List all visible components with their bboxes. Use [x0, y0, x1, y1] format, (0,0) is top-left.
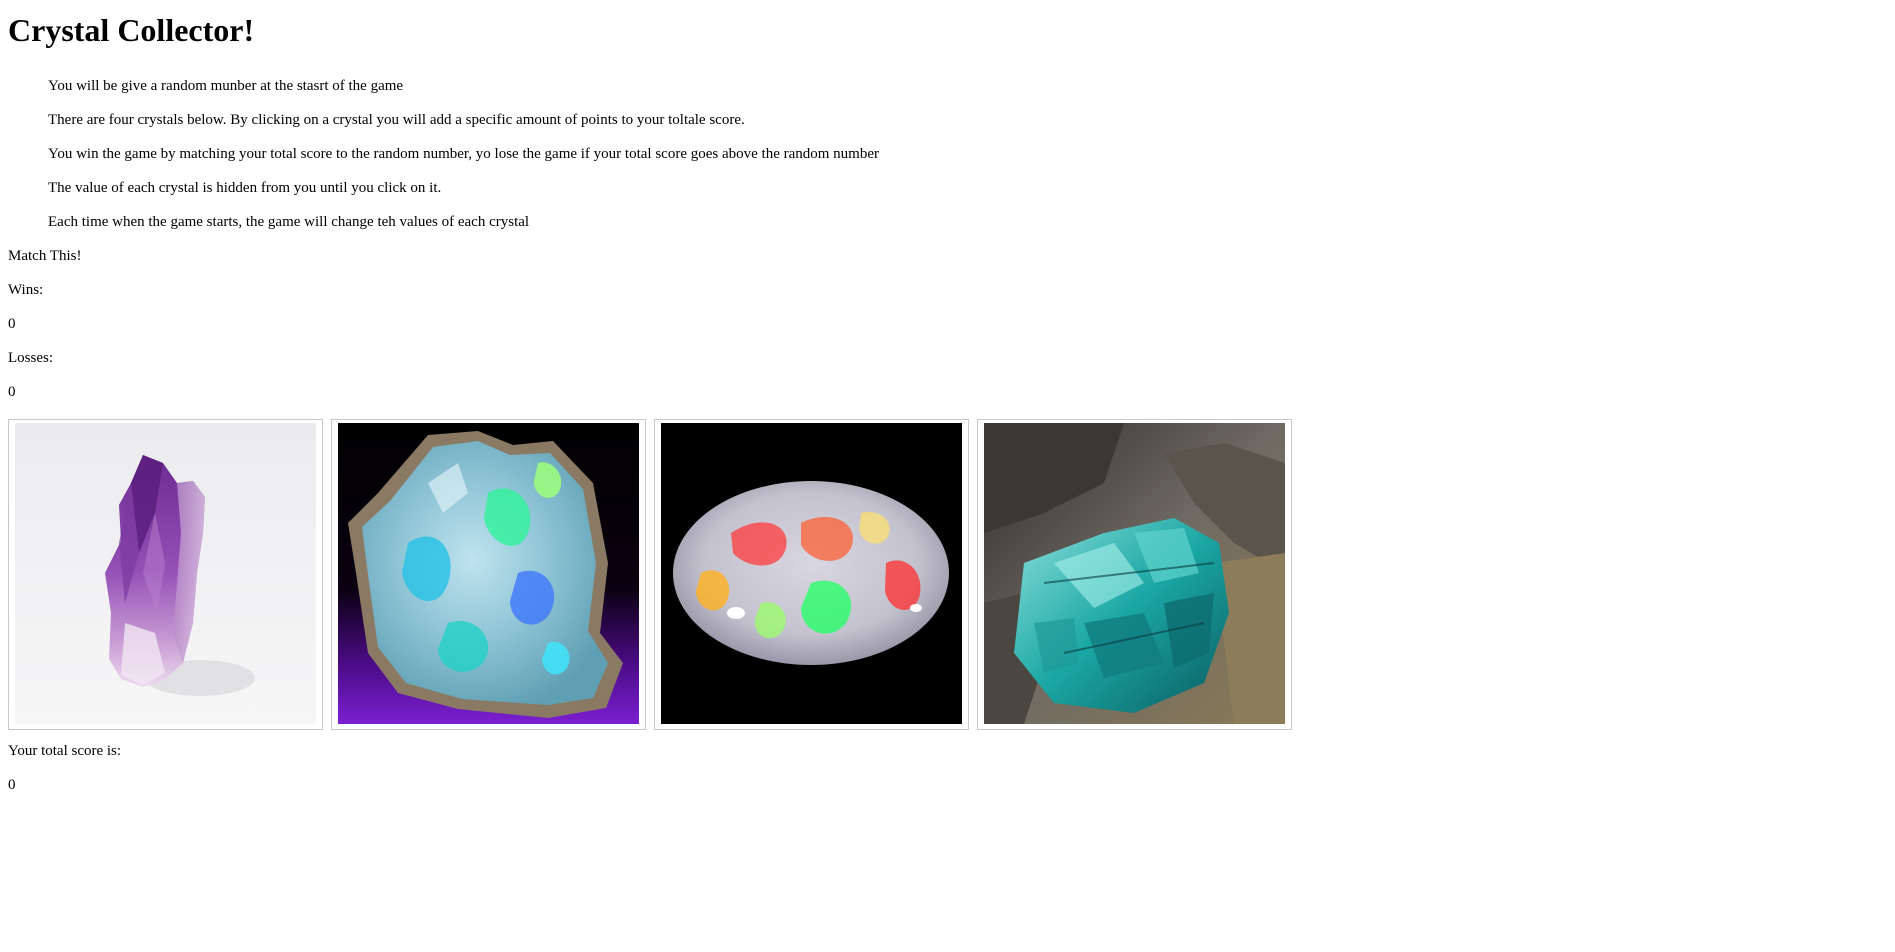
fire-opal-crystal-image — [661, 423, 962, 724]
score-label: Your total score is: — [8, 743, 122, 759]
rule-item: There are four crystals below. By clicki… — [48, 112, 745, 128]
crystal-button-amethyst[interactable] — [8, 419, 323, 730]
losses-label: Losses: — [8, 350, 53, 366]
amethyst-crystal-image — [15, 423, 316, 724]
score-value: 0 — [8, 777, 16, 793]
page-title: Crystal Collector! — [8, 12, 255, 48]
crystal-button-blue-opal[interactable] — [331, 419, 646, 730]
rule-item: You will be give a random munber at the … — [48, 78, 404, 94]
losses-value: 0 — [8, 384, 16, 400]
rule-item: Each time when the game starts, the game… — [48, 214, 530, 230]
page: Crystal Collector! You will be give a ra… — [0, 0, 1895, 952]
rule-item: The value of each crystal is hidden from… — [48, 180, 442, 196]
match-label: Match This! — [8, 248, 82, 264]
crystal-button-fire-opal[interactable] — [654, 419, 969, 730]
teal-crystal-image — [984, 423, 1285, 724]
crystal-button-teal[interactable] — [977, 419, 1292, 730]
wins-value: 0 — [8, 316, 16, 332]
crystal-row — [8, 419, 1298, 732]
blue-opal-crystal-image — [338, 423, 639, 724]
rule-item: You win the game by matching your total … — [48, 146, 880, 162]
wins-label: Wins: — [8, 282, 44, 298]
